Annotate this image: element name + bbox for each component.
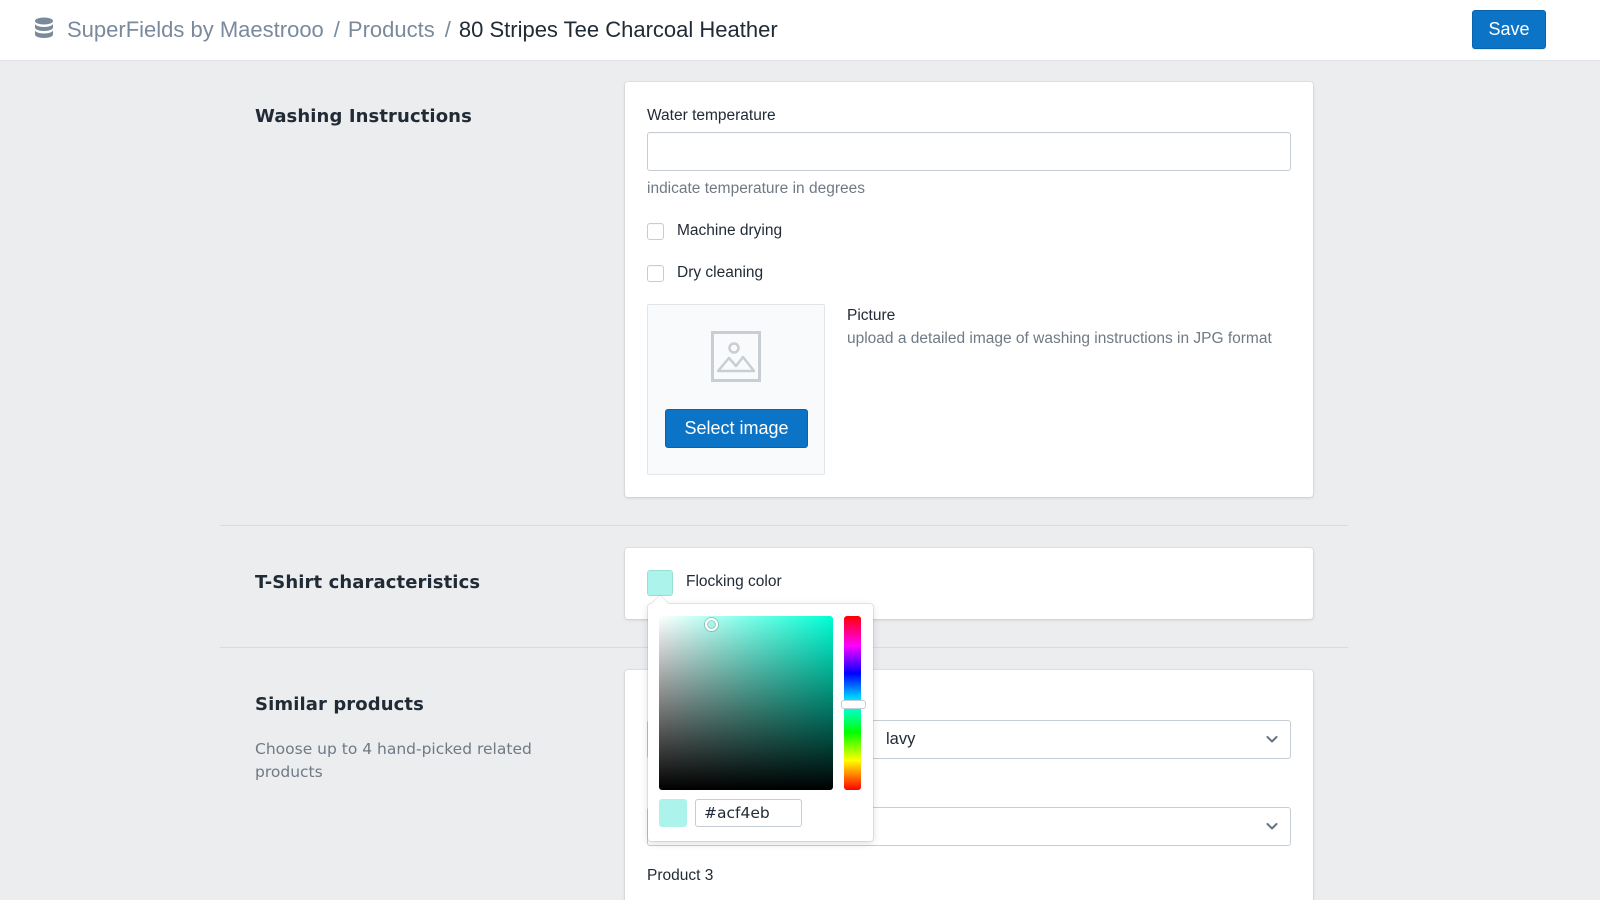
machine-drying-checkbox[interactable] (647, 223, 664, 240)
machine-drying-checkbox-row[interactable]: Machine drying (647, 222, 782, 240)
similar-products-description: Choose up to 4 hand-picked related produ… (255, 738, 555, 784)
product-3-label: Product 3 (647, 867, 713, 885)
color-picker-popover (648, 604, 873, 841)
image-dropzone[interactable]: Select image (647, 304, 825, 475)
chevron-down-icon (1266, 735, 1278, 744)
save-button[interactable]: Save (1472, 10, 1546, 49)
hue-slider[interactable] (844, 616, 861, 790)
water-temperature-input[interactable] (647, 132, 1291, 171)
breadcrumb-separator: / (334, 17, 340, 42)
image-placeholder-icon (711, 331, 761, 382)
hex-color-input[interactable] (695, 799, 802, 827)
flocking-color-swatch[interactable] (647, 570, 673, 596)
chevron-down-icon (1266, 822, 1278, 831)
washing-instructions-card: Water temperature indicate temperature i… (625, 82, 1313, 497)
breadcrumb-products-link[interactable]: Products (348, 17, 435, 42)
picture-help: upload a detailed image of washing instr… (847, 330, 1272, 348)
section-title-washing: Washing Instructions (255, 106, 472, 127)
dry-cleaning-checkbox[interactable] (647, 265, 664, 282)
water-temperature-help: indicate temperature in degrees (647, 180, 865, 198)
hue-slider-handle[interactable] (841, 700, 866, 709)
database-icon (34, 17, 54, 41)
breadcrumb: SuperFields by Maestrooo / Products / 80 Str… (67, 16, 778, 44)
water-temperature-label: Water temperature (647, 107, 776, 125)
breadcrumb-app-link[interactable]: SuperFields by Maestrooo (67, 17, 324, 42)
saturation-brightness-handle[interactable] (705, 618, 718, 631)
section-divider (220, 525, 1348, 526)
page-title: 80 Stripes Tee Charcoal Heather (459, 17, 778, 42)
section-title-tshirt: T-Shirt characteristics (255, 572, 480, 593)
dry-cleaning-checkbox-row[interactable]: Dry cleaning (647, 264, 763, 282)
color-preview-swatch (659, 799, 687, 827)
dry-cleaning-label: Dry cleaning (677, 264, 763, 282)
saturation-brightness-area[interactable] (659, 616, 833, 790)
product-1-value: lavy (886, 730, 915, 749)
picture-label: Picture (847, 307, 895, 325)
top-bar: SuperFields by Maestrooo / Products / 80 Str… (0, 0, 1600, 61)
flocking-color-label: Flocking color (686, 573, 782, 591)
select-image-button[interactable]: Select image (665, 409, 808, 448)
machine-drying-label: Machine drying (677, 222, 782, 240)
section-title-similar: Similar products (255, 694, 424, 715)
breadcrumb-separator: / (445, 17, 451, 42)
